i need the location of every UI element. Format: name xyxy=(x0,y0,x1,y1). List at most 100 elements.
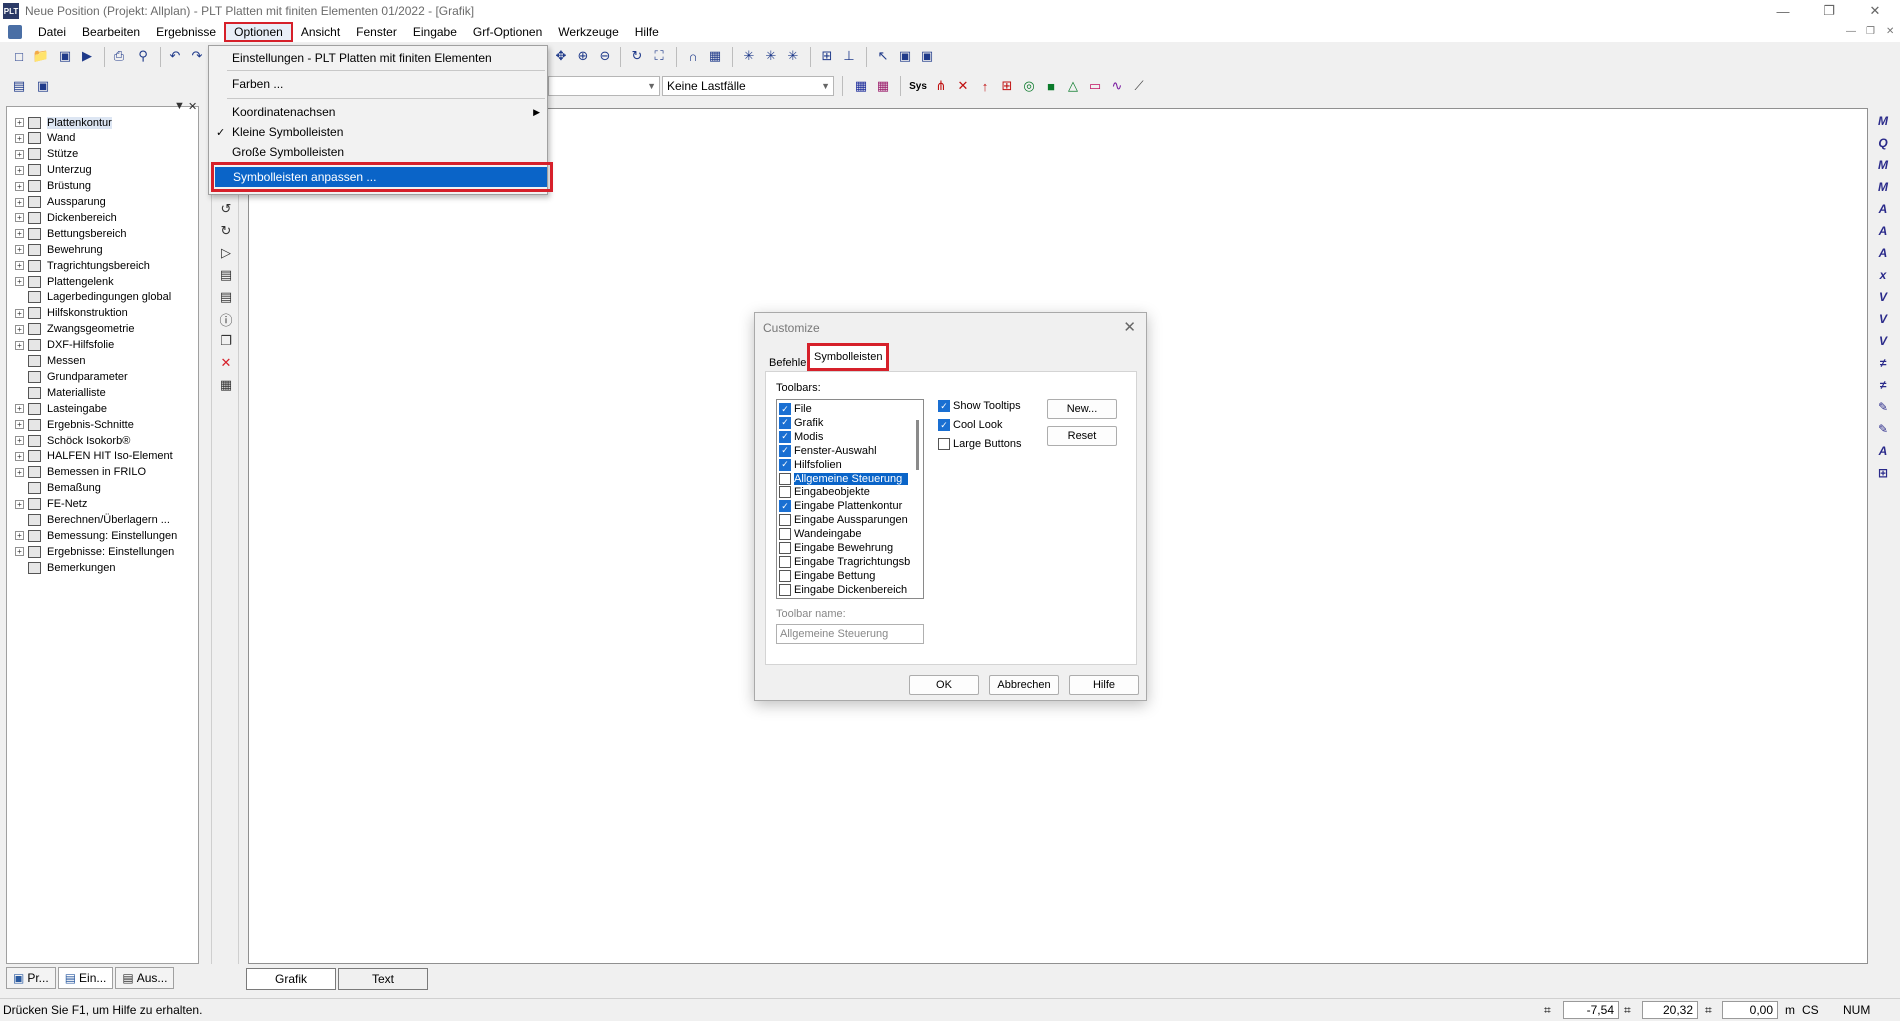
arrow-load-icon[interactable]: ↑ xyxy=(976,77,994,95)
tree-item[interactable]: + Ergebnis-Schnitte xyxy=(15,417,134,432)
result-tool-icon[interactable]: A xyxy=(1874,222,1892,240)
menu-werkzeuge[interactable]: Werkzeuge xyxy=(550,22,626,42)
print-preview-icon[interactable]: ⚲ xyxy=(134,47,152,65)
tree-item[interactable]: Grundparameter xyxy=(15,369,128,384)
measure-icon[interactable]: ⟋ xyxy=(1130,77,1148,95)
toolbar-checkbox[interactable] xyxy=(779,486,791,499)
result-tool-icon[interactable]: V xyxy=(1874,332,1892,350)
menu-hilfe[interactable]: Hilfe xyxy=(627,22,667,42)
panel-tab-project[interactable]: ▣ Pr... xyxy=(6,967,56,989)
tree-item[interactable]: + HALFEN HIT Iso-Element xyxy=(15,449,173,464)
checkbox-large-buttons[interactable] xyxy=(938,438,950,450)
tree-item[interactable]: + FE-Netz xyxy=(15,497,87,512)
toolbar-list-item[interactable]: ✓ Fenster-Auswahl xyxy=(779,444,907,458)
curve-icon[interactable]: ∿ xyxy=(1108,77,1126,95)
dialog-close-icon[interactable]: ✕ xyxy=(1123,318,1136,336)
result-tool-icon[interactable]: ✎ xyxy=(1874,420,1892,438)
tree-expander-icon[interactable]: + xyxy=(15,436,24,445)
rotate-right-icon[interactable]: ↻ xyxy=(217,222,235,240)
toolbar-checkbox[interactable] xyxy=(779,542,791,554)
menu-bearbeiten[interactable]: Bearbeiten xyxy=(74,22,148,42)
cancel-button[interactable]: Abbrechen xyxy=(989,675,1059,695)
toolbar-list-item[interactable]: ✓ Grafik xyxy=(779,416,907,430)
beam-icon[interactable]: △ xyxy=(1064,77,1082,95)
support-icon[interactable]: ◎ xyxy=(1020,77,1038,95)
menu-optionen[interactable]: Optionen xyxy=(224,22,293,42)
tree-expander-icon[interactable]: + xyxy=(15,213,24,223)
new-button[interactable]: New... xyxy=(1047,399,1117,419)
toolbar-list-item[interactable]: Eingabe Aussparungen xyxy=(779,513,908,527)
tree-view-icon[interactable]: ▤ xyxy=(10,77,28,95)
tab-symbolleisten[interactable]: Symbolleisten xyxy=(807,343,890,371)
tree-expander-icon[interactable]: + xyxy=(15,245,24,255)
tree-expander-icon[interactable]: + xyxy=(15,404,24,414)
menu-eingabe[interactable]: Eingabe xyxy=(405,22,465,42)
close-window-icon[interactable]: ✕ xyxy=(1855,0,1895,22)
toolbar-list-item[interactable]: ✓ File xyxy=(779,402,907,416)
wall-icon[interactable]: ■ xyxy=(1042,77,1060,95)
toolbar-checkbox[interactable]: ✓ xyxy=(779,403,791,415)
tree-item[interactable]: Bemerkungen xyxy=(15,560,116,575)
toolbar-checkbox[interactable] xyxy=(779,583,791,596)
tree-item[interactable]: + Plattenkontur xyxy=(15,115,112,130)
tree-item[interactable]: + Tragrichtungsbereich xyxy=(15,258,150,273)
tree-item[interactable]: + Lasteingabe xyxy=(15,401,107,416)
checkbox-cool-look[interactable]: ✓ xyxy=(938,419,950,431)
tree-item[interactable]: + Unterzug xyxy=(15,163,92,178)
open-folder-icon[interactable]: 📁 xyxy=(32,47,50,65)
ok-button[interactable]: OK xyxy=(909,675,979,695)
tree-item[interactable]: + Plattengelenk xyxy=(15,274,114,289)
restore-icon[interactable]: ❐ xyxy=(1809,0,1849,22)
combo-left[interactable]: ▼ xyxy=(548,76,660,96)
tree-expander-icon[interactable]: + xyxy=(15,340,24,350)
toolbar-list-item[interactable]: Eingabe Dickenbereich xyxy=(779,583,907,597)
tree-expander-icon[interactable]: + xyxy=(15,261,24,271)
result-tool-icon[interactable]: M xyxy=(1874,156,1892,174)
properties-icon[interactable]: ▦ xyxy=(217,376,235,394)
tab-grafik[interactable]: Grafik xyxy=(246,968,336,990)
tree-item[interactable]: + Dickenbereich xyxy=(15,210,117,225)
menu-ansicht[interactable]: Ansicht xyxy=(293,22,348,42)
toolbar-checkbox[interactable] xyxy=(779,472,791,485)
snap-mid-icon[interactable]: ✳ xyxy=(762,47,780,65)
undo-icon[interactable]: ↶ xyxy=(166,47,184,65)
grid-icon[interactable]: ▦ xyxy=(706,47,724,65)
coordinate-icon[interactable]: ⊞ xyxy=(818,47,836,65)
select-icon[interactable]: ↖ xyxy=(874,47,892,65)
tree-expander-icon[interactable]: + xyxy=(15,451,24,461)
menu-item-farben[interactable]: Farben ... xyxy=(210,74,546,94)
toolbar-checkbox[interactable]: ✓ xyxy=(779,500,791,513)
zoom-out-icon[interactable]: ⊖ xyxy=(596,47,614,65)
tree-item[interactable]: + Bemessung: Einstellungen xyxy=(15,528,177,543)
result-tool-icon[interactable]: ✎ xyxy=(1874,398,1892,416)
result-tool-icon[interactable]: A xyxy=(1874,244,1892,262)
toolbar-checkbox[interactable]: ✓ xyxy=(779,444,791,457)
tree-expander-icon[interactable]: + xyxy=(15,308,24,318)
tree-item[interactable]: Messen xyxy=(15,354,86,369)
result-tool-icon[interactable]: V xyxy=(1874,310,1892,328)
window-alt-icon[interactable]: ▣ xyxy=(918,47,936,65)
tree-item[interactable]: + Ergebnisse: Einstellungen xyxy=(15,544,174,559)
checkbox-show-tooltips[interactable]: ✓ xyxy=(938,400,950,412)
menu-fenster[interactable]: Fenster xyxy=(348,22,405,42)
tree-item[interactable]: + Hilfskonstruktion xyxy=(15,306,128,321)
tree-item[interactable]: Berechnen/Überlagern ... xyxy=(15,513,170,528)
toolbar-checkbox[interactable]: ✓ xyxy=(779,430,791,443)
menu-ergebnisse[interactable]: Ergebnisse xyxy=(148,22,224,42)
mirror-icon[interactable]: ▷ xyxy=(217,244,235,262)
option-large-buttons[interactable]: Large Buttons xyxy=(938,436,1022,452)
minimize-icon[interactable]: — xyxy=(1763,0,1803,22)
rotate-icon[interactable]: ↻ xyxy=(628,47,646,65)
toolbar-list-item[interactable]: Eingabe Tragrichtungsb xyxy=(779,555,910,569)
delete-icon[interactable]: ✕ xyxy=(217,354,235,372)
option-cool-look[interactable]: ✓ Cool Look xyxy=(938,417,1003,433)
result-tool-icon[interactable]: A xyxy=(1874,442,1892,460)
new-file-icon[interactable]: □ xyxy=(10,47,28,65)
toolbar-checkbox[interactable] xyxy=(779,569,791,582)
toolbar-list-item[interactable]: ✓ Modis xyxy=(779,430,907,444)
menu-item-einstellungen[interactable]: Einstellungen - PLT Platten mit finiten … xyxy=(210,48,546,68)
rotate-left-icon[interactable]: ↺ xyxy=(217,200,235,218)
menu-item-kleine-symbolleisten[interactable]: ✓ Kleine Symbolleisten xyxy=(210,122,546,142)
tree-expander-icon[interactable]: + xyxy=(15,420,24,430)
point-load-icon[interactable]: ✕ xyxy=(954,77,972,95)
